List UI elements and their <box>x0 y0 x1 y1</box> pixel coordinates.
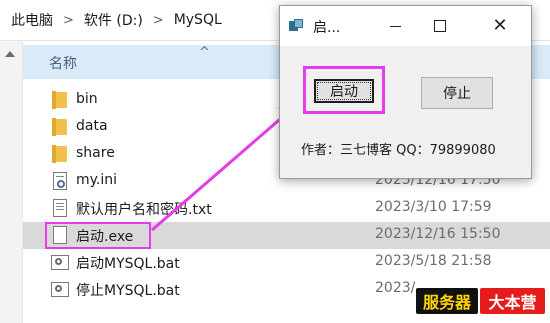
maximize-button[interactable] <box>426 14 454 38</box>
file-name: my.ini <box>76 172 118 188</box>
file-date: 2023/ <box>375 280 416 296</box>
file-name: 启动MYSQL.bat <box>76 256 180 272</box>
file-name: bin <box>76 91 98 107</box>
file-date: 2023/5/18 21:58 <box>375 253 492 269</box>
file-date: 2023/12/16 15:50 <box>375 226 501 242</box>
sort-ascending-icon: ^ <box>199 45 210 60</box>
list-item[interactable]: 默认用户名和密码.txt 2023/3/10 17:59 <box>23 195 550 222</box>
breadcrumb-item-this-pc[interactable]: 此电脑 <box>9 10 55 30</box>
app-icon <box>289 19 303 33</box>
chevron-right-icon[interactable]: > <box>145 13 172 28</box>
folder-icon <box>51 118 69 136</box>
dialog-titlebar[interactable]: 启... ✕ <box>280 6 531 46</box>
scroll-up-arrow-icon[interactable] <box>5 51 15 57</box>
text-file-icon <box>51 199 69 217</box>
navigation-pane-edge <box>0 41 23 323</box>
watermark-logo: 大本营 <box>480 288 545 314</box>
file-date: 2023/3/10 17:59 <box>375 199 492 215</box>
stop-button-label: 停止 <box>443 86 471 102</box>
folder-icon <box>51 145 69 163</box>
breadcrumb-item-drive-d[interactable]: 软件 (D:) <box>82 10 145 30</box>
stop-button[interactable]: 停止 <box>421 77 493 109</box>
folder-icon <box>51 91 69 109</box>
file-name: 停止MYSQL.bat <box>76 283 180 299</box>
close-icon: ✕ <box>492 15 508 36</box>
file-name: data <box>76 118 108 134</box>
maximize-icon <box>434 20 446 32</box>
launcher-dialog: 启... ✕ 启动 停止 作者：三七博客 QQ：79899080 <box>279 5 532 179</box>
breadcrumb-item-mysql[interactable]: MySQL <box>172 12 224 28</box>
minimize-button[interactable] <box>381 14 409 38</box>
list-item[interactable]: 启动MYSQL.bat 2023/5/18 21:58 <box>23 249 550 276</box>
minimize-icon <box>389 25 401 27</box>
dialog-title: 启... <box>313 20 341 36</box>
chevron-right-icon[interactable]: > <box>55 13 82 28</box>
watermark-logo: 服务器 <box>416 288 478 314</box>
annotation-highlight-box <box>45 222 151 249</box>
file-name: share <box>76 145 115 161</box>
file-name: 默认用户名和密码.txt <box>76 202 212 218</box>
batch-file-icon <box>51 253 69 271</box>
start-button[interactable]: 启动 <box>314 79 374 103</box>
settings-file-icon <box>51 172 69 190</box>
column-header-name[interactable]: 名称 <box>49 53 77 73</box>
close-button[interactable]: ✕ <box>486 14 514 38</box>
author-info: 作者：三七博客 QQ：79899080 <box>301 143 496 158</box>
batch-file-icon <box>51 280 69 298</box>
